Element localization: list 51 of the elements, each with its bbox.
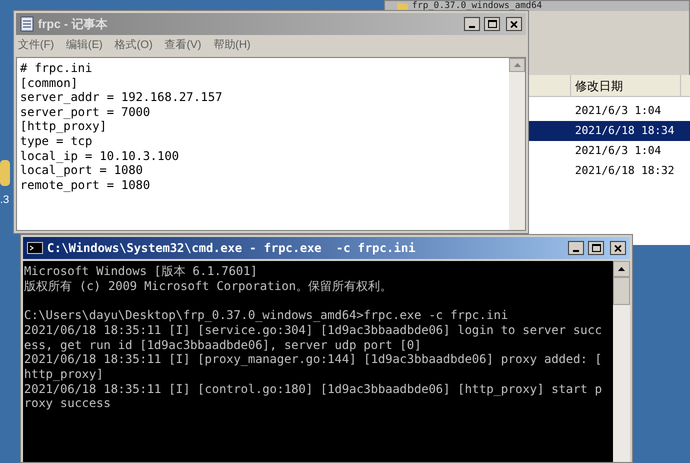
console-line: 2021/06/18 18:35:11 [I] [service.go:304] [1d9ac3bbaadbde06] login to server succ — [24, 322, 603, 338]
text-line: server_addr = 192.168.27.157 — [20, 90, 224, 105]
text-line: local_ip = 10.10.3.100 — [20, 148, 180, 164]
text-line: [common] — [20, 76, 79, 90]
menu-item[interactable]: 查看(V) — [164, 36, 202, 54]
close-button[interactable] — [610, 241, 626, 255]
file-row-date[interactable]: 2021/6/3 1:04 — [529, 141, 690, 161]
explorer-title: frp_0.37.0_windows_amd64 — [412, 1, 542, 11]
window-title: frpc - 记事本 — [38, 16, 108, 33]
close-icon — [614, 244, 622, 252]
maximize-icon — [488, 20, 496, 28]
scrollbar[interactable] — [509, 58, 525, 230]
menu-item[interactable]: 格式(O) — [114, 36, 153, 54]
console-line: ess, get run id [1d9ac3bbaadbde06], server udp port [0] — [24, 338, 422, 352]
console-line: 2021/06/18 18:35:11 [I] [proxy_manager.go:144] [1d9ac3bbaadbde06] proxy added: [ — [24, 352, 603, 367]
up-arrow-icon — [618, 267, 625, 271]
console-line: 版权所有 (c) 2009 Microsoft Corporation。保留所有权利。 — [24, 278, 393, 294]
menu-item[interactable]: 编辑(E) — [66, 36, 103, 54]
up-arrow-icon — [514, 63, 520, 67]
close-button[interactable] — [506, 17, 522, 31]
text-line: remote_port = 1080 — [20, 178, 152, 192]
file-row-date[interactable]: 2021/6/3 1:04 — [529, 101, 690, 121]
file-row-date[interactable]: 2021/6/18 18:32 — [529, 161, 690, 181]
console-line: 2021/06/18 18:35:11 [I] [control.go:180] [1d9ac3bbaadbde06] [http_proxy] start p — [24, 382, 603, 396]
text-line: local_port = 1080 — [20, 163, 144, 178]
minimize-button[interactable] — [568, 241, 584, 255]
text-line: type = tcp — [20, 134, 94, 149]
scroll-thumb[interactable] — [613, 277, 630, 305]
minimize-icon — [573, 250, 579, 252]
notepad-icon — [20, 16, 34, 32]
console-line: roxy success — [24, 396, 112, 412]
console-line: http_proxy] — [24, 366, 104, 382]
minimize-icon — [469, 26, 475, 28]
console-line: C:\Users\dayu\Desktop\frp_0.37.0_windows_amd64>frpc.exe -c frpc.ini — [24, 308, 510, 323]
console-icon — [27, 242, 43, 254]
desktop-icon-label: .3 — [0, 193, 10, 208]
minimize-button[interactable] — [464, 17, 480, 31]
scrollbar[interactable] — [613, 261, 630, 462]
scroll-up-button[interactable] — [613, 261, 630, 277]
maximize-button[interactable] — [588, 241, 604, 255]
console-line: Microsoft Windows [版本 6.1.7601] — [24, 264, 259, 279]
menu-item[interactable]: 文件(F) — [18, 36, 54, 54]
maximize-icon — [592, 244, 600, 252]
window-title: C:\Windows\System32\cmd.exe - frpc.exe -c frpc.ini — [47, 240, 416, 257]
maximize-button[interactable] — [484, 17, 500, 31]
text-line: server_port = 7000 — [20, 104, 152, 120]
text-line: # frpc.ini — [20, 61, 94, 76]
file-row-date[interactable]: 2021/6/18 18:34 — [529, 121, 690, 141]
text-line: [http_proxy] — [20, 119, 108, 134]
close-icon — [510, 20, 518, 28]
menu-item[interactable]: 帮助(H) — [213, 36, 251, 54]
